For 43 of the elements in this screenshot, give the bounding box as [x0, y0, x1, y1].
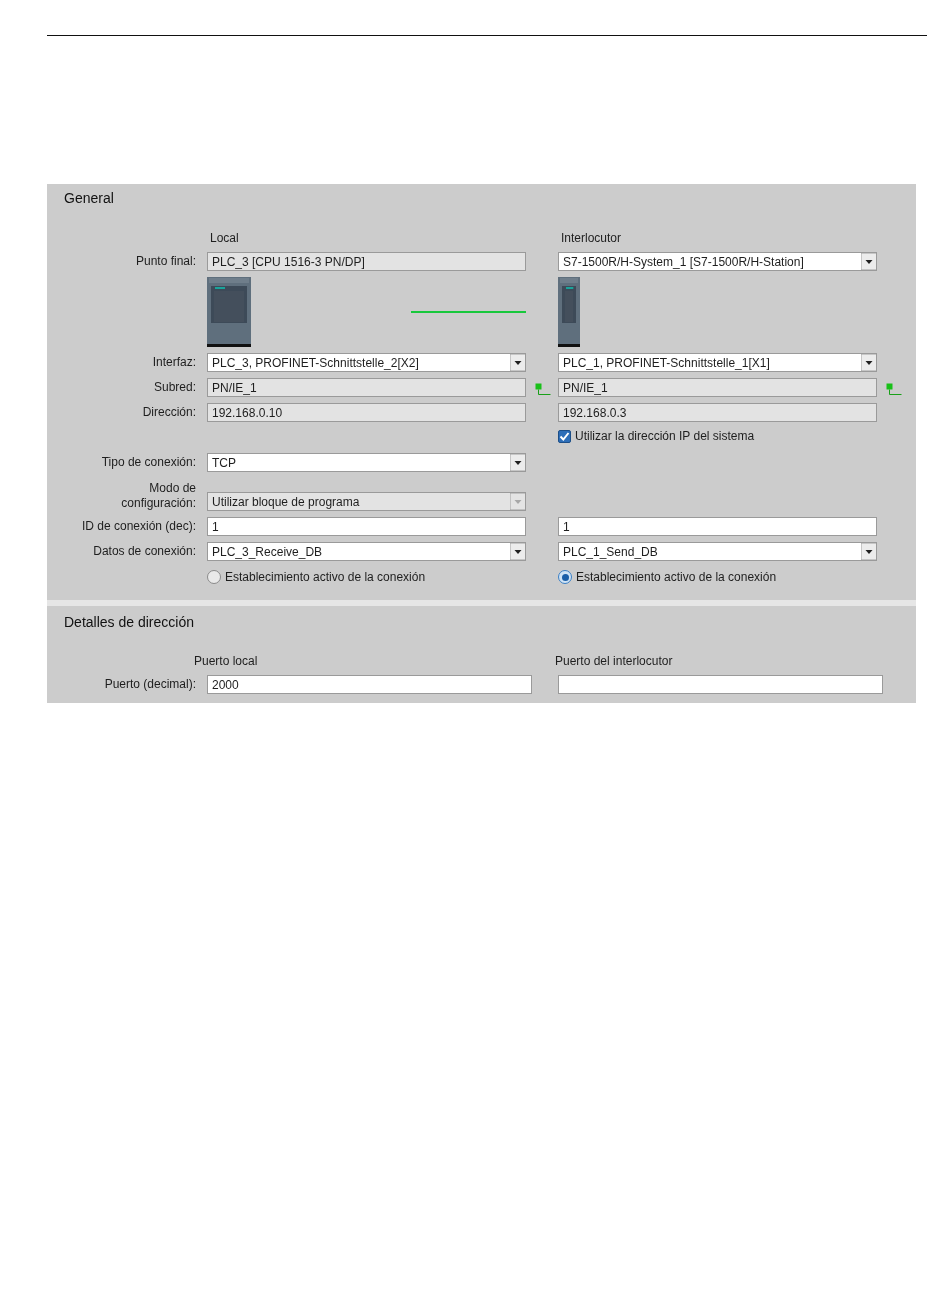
- checkmark-icon: [559, 430, 570, 442]
- section-title: General: [64, 189, 115, 207]
- dropdown-field[interactable]: TCP: [207, 453, 526, 472]
- caret-icon: [510, 493, 525, 510]
- field-label: Punto final:: [134, 254, 197, 269]
- radio-button[interactable]: Establecimiento activo de la conexión: [558, 570, 877, 584]
- input-field[interactable]: [558, 675, 883, 694]
- caret-icon: [861, 543, 876, 560]
- input-field[interactable]: 2000: [207, 675, 532, 694]
- plc-device-icon: [207, 277, 251, 347]
- column-heading: Local: [209, 231, 240, 245]
- caret-icon: [861, 253, 876, 270]
- field-label: Datos de conexión:: [92, 544, 197, 559]
- section-title: Detalles de dirección: [64, 613, 195, 631]
- field-label: Puerto (decimal):: [103, 677, 197, 692]
- field-label: Interfaz:: [151, 355, 197, 370]
- caret-icon: [510, 354, 525, 371]
- caret-icon: [510, 543, 525, 560]
- readonly-field: PLC_3 [CPU 1516-3 PN/DP]: [207, 252, 526, 271]
- dropdown-field[interactable]: PLC_1, PROFINET-Schnittstelle_1[X1]: [558, 353, 877, 372]
- dropdown-field[interactable]: PLC_1_Send_DB: [558, 542, 877, 561]
- column-heading: Interlocutor: [560, 231, 623, 245]
- input-field[interactable]: 1: [558, 517, 877, 536]
- readonly-field: PN/IE_1: [558, 378, 877, 397]
- field-label: ID de conexión (dec):: [80, 519, 197, 534]
- field-label: Modo de configuración:: [120, 481, 197, 511]
- plc-device-icon: [558, 277, 580, 347]
- readonly-field: PN/IE_1: [207, 378, 526, 397]
- input-field[interactable]: 1: [207, 517, 526, 536]
- dropdown-field[interactable]: S7-1500R/H-System_1 [S7-1500R/H-Station]: [558, 252, 877, 271]
- column-heading: Puerto del interlocutor: [554, 654, 674, 668]
- field-label: Dirección:: [141, 405, 197, 420]
- checkbox[interactable]: Utilizar la dirección IP del sistema: [558, 429, 877, 443]
- field-label: Tipo de conexión:: [100, 455, 197, 470]
- column-heading: Puerto local: [193, 654, 259, 668]
- caret-icon: [510, 454, 525, 471]
- caret-icon: [861, 354, 876, 371]
- field-label: Subred:: [152, 380, 197, 395]
- readonly-field: 192.168.0.10: [207, 403, 526, 422]
- readonly-field: 192.168.0.3: [558, 403, 877, 422]
- dropdown-field[interactable]: PLC_3_Receive_DB: [207, 542, 526, 561]
- dropdown-field[interactable]: PLC_3, PROFINET-Schnittstelle_2[X2]: [207, 353, 526, 372]
- radio-button[interactable]: Establecimiento activo de la conexión: [207, 570, 526, 584]
